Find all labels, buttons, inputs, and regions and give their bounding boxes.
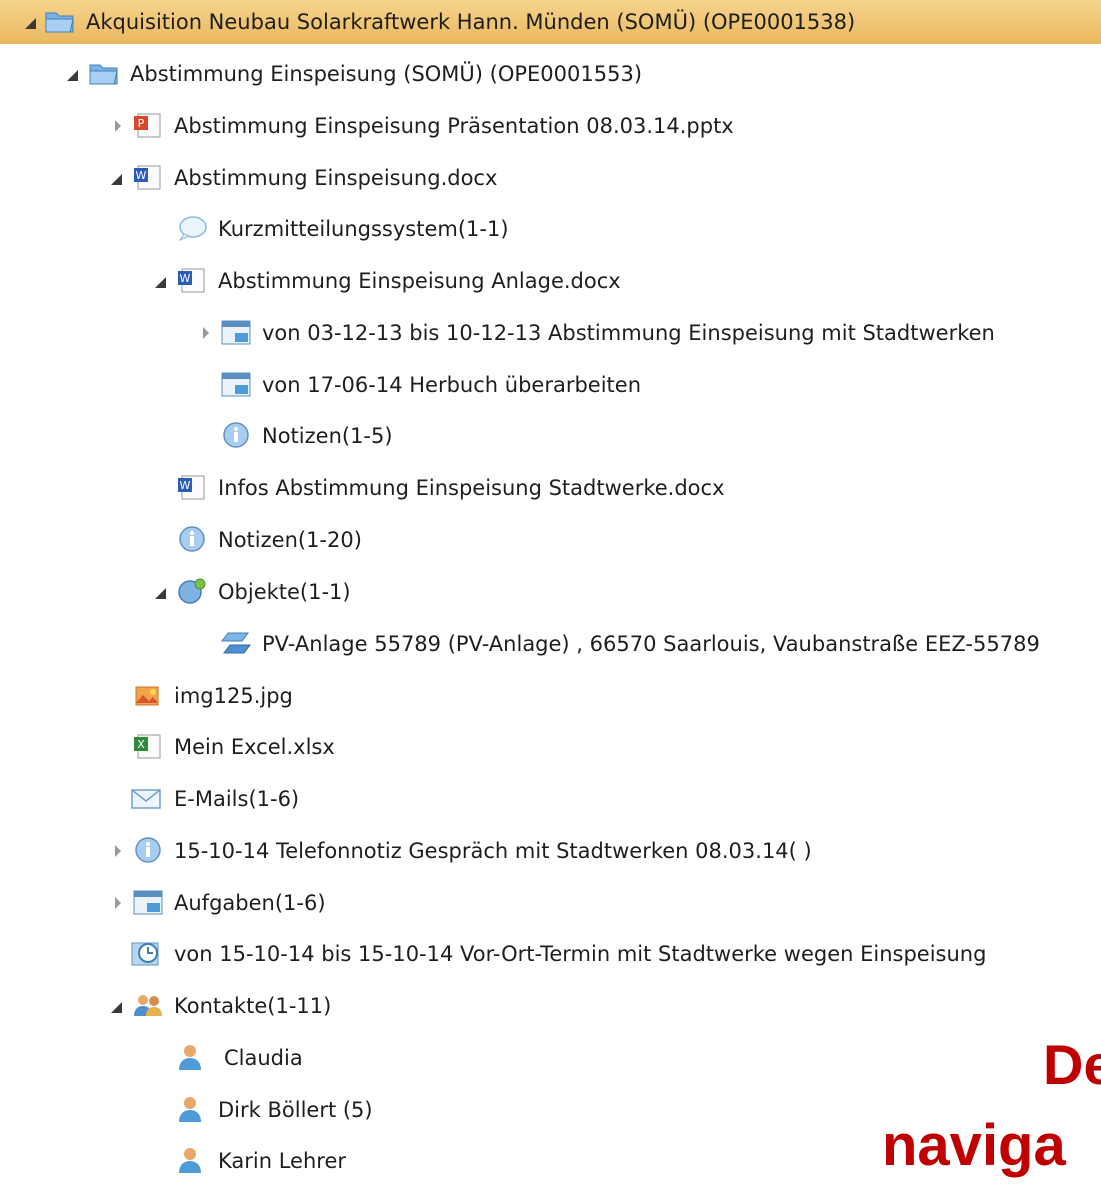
appointment-clock-icon (130, 939, 162, 969)
tree-node-abstimmung[interactable]: Abstimmung Einspeisung (SOMÜ) (OPE000155… (0, 51, 1101, 97)
tree-node-label: Kurzmitteilungssystem(1-1) (218, 217, 509, 241)
svg-text:P: P (138, 117, 145, 130)
tree-node-label: Abstimmung Einspeisung Präsentation 08.0… (174, 114, 734, 138)
tree-node-notizen-5[interactable]: Notizen(1-5) (0, 413, 1101, 459)
tree-node-aufgaben[interactable]: Aufgaben(1-6) (0, 880, 1101, 926)
tree-node-label: Abstimmung Einspeisung.docx (174, 166, 498, 190)
tree-node-label: Aufgaben(1-6) (174, 891, 326, 915)
pv-panel-icon (220, 629, 252, 659)
expand-toggle[interactable] (110, 880, 126, 926)
tree-node-emails[interactable]: E-Mails(1-6) (0, 776, 1101, 822)
overlay-caption-line-1: De (1043, 1033, 1101, 1096)
collapse-toggle[interactable] (108, 983, 124, 1029)
svg-text:W: W (136, 169, 147, 182)
tree-node-label: Notizen(1-5) (262, 424, 393, 448)
tree-node-docx[interactable]: W Abstimmung Einspeisung.docx (0, 155, 1101, 201)
tree-node-label: von 15-10-14 bis 15-10-14 Vor-Ort-Termin… (174, 942, 987, 966)
task-icon (220, 370, 252, 400)
expand-toggle[interactable] (198, 310, 214, 356)
tree-node-label: von 17-06-14 Herbuch überarbeiten (262, 373, 642, 397)
folder-icon (44, 7, 76, 37)
image-file-icon (132, 681, 164, 711)
task-icon (220, 318, 252, 348)
word-file-icon: W (176, 473, 208, 503)
collapse-toggle[interactable] (22, 0, 38, 45)
tree-node-task-2[interactable]: von 17-06-14 Herbuch überarbeiten (0, 362, 1101, 408)
tree-node-root[interactable]: Akquisition Neubau Solarkraftwerk Hann. … (0, 0, 1101, 44)
contacts-group-icon (132, 991, 164, 1021)
tree-node-kurzmitteilung[interactable]: Kurzmitteilungssystem(1-1) (0, 206, 1101, 252)
tree-node-task-1[interactable]: von 03-12-13 bis 10-12-13 Abstimmung Ein… (0, 310, 1101, 356)
tree-node-telefonnotiz[interactable]: 15-10-14 Telefonnotiz Gespräch mit Stadt… (0, 828, 1101, 874)
tree-node-label: Kontakte(1-11) (174, 994, 332, 1018)
tree-node-notizen-20[interactable]: Notizen(1-20) (0, 517, 1101, 563)
tree-node-label: Notizen(1-20) (218, 528, 362, 552)
collapse-toggle[interactable] (64, 51, 80, 97)
contact-person-icon (176, 1146, 208, 1176)
tree-node-label: Abstimmung Einspeisung Anlage.docx (218, 269, 621, 293)
task-icon (132, 888, 164, 918)
tree-node-label: Mein Excel.xlsx (174, 735, 335, 759)
tree-node-label: Objekte(1-1) (218, 580, 351, 604)
tree-node-label: Karin Lehrer (218, 1149, 347, 1173)
tree-node-label: von 03-12-13 bis 10-12-13 Abstimmung Ein… (262, 321, 995, 345)
info-note-icon (176, 525, 208, 555)
tree-node-label: E-Mails(1-6) (174, 787, 300, 811)
collapse-toggle[interactable] (152, 569, 168, 615)
tree-node-label: Claudia (224, 1046, 303, 1070)
word-file-icon: W (132, 163, 164, 193)
tree-node-pv-anlage[interactable]: PV-Anlage 55789 (PV-Anlage) , 66570 Saar… (0, 621, 1101, 667)
excel-file-icon: X (132, 732, 164, 762)
tree-node-anlage[interactable]: W Abstimmung Einspeisung Anlage.docx (0, 258, 1101, 304)
collapse-toggle[interactable] (108, 155, 124, 201)
powerpoint-file-icon: P (132, 111, 164, 141)
tree-node-label: Abstimmung Einspeisung (SOMÜ) (OPE000155… (130, 62, 643, 86)
tree-node-label: img125.jpg (174, 684, 293, 708)
objects-globe-icon (176, 577, 208, 607)
tree-node-img[interactable]: img125.jpg (0, 673, 1101, 719)
svg-text:W: W (180, 479, 191, 492)
tree-node-infos[interactable]: W Infos Abstimmung Einspeisung Stadtwerk… (0, 465, 1101, 511)
word-file-icon: W (176, 266, 208, 296)
envelope-icon (130, 784, 162, 814)
expand-toggle[interactable] (110, 103, 126, 149)
tree-node-label: Akquisition Neubau Solarkraftwerk Hann. … (86, 10, 856, 34)
tree-node-excel[interactable]: X Mein Excel.xlsx (0, 724, 1101, 770)
info-note-icon (220, 421, 252, 451)
overlay-caption-line-2: naviga (882, 1113, 1066, 1178)
tree-node-label: PV-Anlage 55789 (PV-Anlage) , 66570 Saar… (262, 632, 1040, 656)
tree-node-contact-claudia[interactable]: Claudia (0, 1035, 1101, 1081)
speech-bubble-icon (176, 214, 208, 244)
contact-person-icon (176, 1043, 208, 1073)
svg-text:X: X (137, 738, 145, 751)
info-note-icon (132, 836, 164, 866)
contact-person-icon (176, 1095, 208, 1125)
tree-node-kontakte[interactable]: Kontakte(1-11) (0, 983, 1101, 1029)
tree-node-label: Dirk Böllert (5) (218, 1098, 373, 1122)
folder-icon (88, 59, 120, 89)
explorer-tree: Akquisition Neubau Solarkraftwerk Hann. … (0, 0, 1101, 1178)
svg-text:W: W (180, 272, 191, 285)
tree-node-pptx[interactable]: P Abstimmung Einspeisung Präsentation 08… (0, 103, 1101, 149)
tree-node-label: Infos Abstimmung Einspeisung Stadtwerke.… (218, 476, 725, 500)
tree-node-objekte[interactable]: Objekte(1-1) (0, 569, 1101, 615)
expand-toggle[interactable] (110, 828, 126, 874)
tree-node-termin[interactable]: von 15-10-14 bis 15-10-14 Vor-Ort-Termin… (0, 931, 1101, 977)
tree-node-label: 15-10-14 Telefonnotiz Gespräch mit Stadt… (174, 839, 812, 863)
collapse-toggle[interactable] (152, 258, 168, 304)
